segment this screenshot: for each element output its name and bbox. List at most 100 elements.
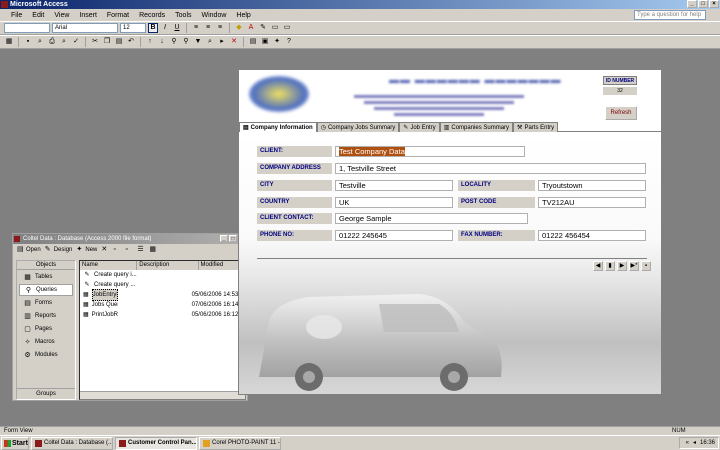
task-customer-control-panel[interactable]: Customer Control Pan... <box>115 436 197 450</box>
menu-edit[interactable]: Edit <box>27 12 49 19</box>
align-left-icon[interactable]: ≡ <box>191 23 201 33</box>
filter-by-form-icon[interactable]: ⚲ <box>181 37 191 47</box>
paste-icon[interactable]: ▤ <box>114 37 124 47</box>
tab-company-jobs-summary[interactable]: ◷ Company Jobs Summary <box>316 122 400 132</box>
object-pages[interactable]: ▢ Pages <box>19 323 73 335</box>
list-item[interactable]: ▦Jobs Query07/06/2006 16:14:... <box>80 300 245 310</box>
groups-bar[interactable]: Groups <box>17 388 75 399</box>
menu-records[interactable]: Records <box>134 12 170 19</box>
object-forms[interactable]: ▤ Forms <box>19 297 73 309</box>
object-select[interactable] <box>4 23 50 33</box>
save-icon[interactable]: ▪ <box>23 37 33 47</box>
task-corel-photo-paint[interactable]: Corel PHOTO-PAINT 11 -... <box>199 436 281 450</box>
align-center-icon[interactable]: ≡ <box>203 23 213 33</box>
task-coltel-database[interactable]: Coltel Data : Database (... <box>31 436 113 450</box>
apply-filter-icon[interactable]: ▼ <box>193 37 203 47</box>
small-icons-button[interactable]: ▫ <box>125 246 133 254</box>
search-icon[interactable]: ⌕ <box>35 37 45 47</box>
refresh-button[interactable]: Refresh <box>605 106 637 120</box>
copy-icon[interactable]: ❐ <box>102 37 112 47</box>
sort-descending-icon[interactable]: ↓ <box>157 37 167 47</box>
object-macros[interactable]: ✧ Macros <box>19 336 73 348</box>
open-button[interactable]: ▤ Open <box>17 246 41 254</box>
font-size-select[interactable]: 12 <box>120 23 146 33</box>
font-name-select[interactable]: Arial <box>52 23 118 33</box>
menu-insert[interactable]: Insert <box>74 12 102 19</box>
next-record-icon[interactable]: ▶ <box>617 261 627 271</box>
locality-field[interactable]: Tryoutstown <box>538 180 646 191</box>
db-minimize-button[interactable]: _ <box>220 235 228 242</box>
client-contact-field[interactable]: George Sample <box>335 213 528 224</box>
delete-record-trash-icon[interactable]: ▮ <box>605 261 615 271</box>
filter-by-selection-icon[interactable]: ⚲ <box>169 37 179 47</box>
cut-icon[interactable]: ✂ <box>90 37 100 47</box>
menu-file[interactable]: File <box>6 12 27 19</box>
new-record-arrow-icon[interactable]: ▶* <box>629 261 639 271</box>
details-view-button[interactable]: ▦ <box>149 246 157 254</box>
object-tables[interactable]: ▦ Tables <box>19 271 73 283</box>
menu-help[interactable]: Help <box>231 12 255 19</box>
save-record-icon[interactable]: ▪ <box>641 261 651 271</box>
horizontal-scrollbar[interactable] <box>80 391 245 399</box>
properties-icon[interactable]: ▤ <box>248 37 258 47</box>
tab-companies-summary[interactable]: ▥ Companies Summary <box>439 122 514 132</box>
delete-button[interactable]: ✕ <box>101 246 109 254</box>
speaker-icon[interactable]: ◂ <box>693 438 696 448</box>
special-effect-icon[interactable]: ▭ <box>282 23 292 33</box>
find-icon[interactable]: ⌕ <box>205 37 215 47</box>
previous-record-icon[interactable]: ◀ <box>593 261 603 271</box>
menu-tools[interactable]: Tools <box>170 12 196 19</box>
help-icon[interactable]: ? <box>284 37 294 47</box>
print-preview-icon[interactable]: ⌕ <box>59 37 69 47</box>
new-record-icon[interactable]: ▸ <box>217 37 227 47</box>
undo-icon[interactable]: ↶ <box>126 37 136 47</box>
tray-expand-icon[interactable]: « <box>686 438 689 448</box>
delete-record-icon[interactable]: ✕ <box>229 37 239 47</box>
object-reports[interactable]: ▥ Reports <box>19 310 73 322</box>
fill-color-icon[interactable]: ◆ <box>234 23 244 33</box>
object-queries[interactable]: ⚲ Queries <box>19 284 73 296</box>
list-item[interactable]: ▦PrintJobRepor...05/06/2006 16:12:... <box>80 310 245 320</box>
spelling-icon[interactable]: ✓ <box>71 37 81 47</box>
line-color-icon[interactable]: ✎ <box>258 23 268 33</box>
bold-button[interactable]: B <box>148 23 158 33</box>
tab-parts-entry[interactable]: ⚒ Parts Entry <box>513 122 559 132</box>
start-button[interactable]: Start <box>1 436 29 450</box>
company-address-field[interactable]: 1, Testville Street <box>335 163 646 174</box>
new-object-icon[interactable]: ✦ <box>272 37 282 47</box>
view-icon[interactable]: ▦ <box>4 37 14 47</box>
underline-button[interactable]: U <box>172 23 182 33</box>
line-width-icon[interactable]: ▭ <box>270 23 280 33</box>
sort-ascending-icon[interactable]: ↑ <box>145 37 155 47</box>
object-modules[interactable]: ⚙ Modules <box>19 349 73 361</box>
list-view-button[interactable]: ☰ <box>137 246 145 254</box>
tab-job-entry[interactable]: ✎ Job Entry <box>399 122 440 132</box>
align-right-icon[interactable]: ≡ <box>215 23 225 33</box>
new-button[interactable]: ✦ New <box>76 246 97 254</box>
country-field[interactable]: UK <box>335 197 453 208</box>
tab-company-information[interactable]: ▤ Company Information <box>239 122 317 132</box>
column-name-header[interactable]: Name <box>80 261 138 270</box>
close-button[interactable]: × <box>709 0 719 8</box>
menu-format[interactable]: Format <box>102 12 134 19</box>
large-icons-button[interactable]: ▫ <box>113 246 121 254</box>
list-item[interactable]: ▦JobEntryPage ...05/06/2006 14:53:... <box>80 289 245 301</box>
phone-number-field[interactable]: 01222 245645 <box>335 230 453 241</box>
print-icon[interactable]: ⎙ <box>47 37 57 47</box>
menu-view[interactable]: View <box>49 12 74 19</box>
italic-button[interactable]: I <box>160 23 170 33</box>
design-button[interactable]: ✎ Design <box>45 246 73 254</box>
list-item[interactable]: ✎ Create query i... <box>80 270 245 280</box>
minimize-button[interactable]: _ <box>687 0 697 8</box>
maximize-button[interactable]: □ <box>698 0 708 8</box>
city-field[interactable]: Testville <box>335 180 453 191</box>
help-question-input[interactable]: Type a question for help <box>634 10 706 20</box>
menu-window[interactable]: Window <box>197 12 232 19</box>
column-description-header[interactable]: Description <box>137 261 199 270</box>
client-field[interactable]: Test Company Data <box>335 146 525 157</box>
db-maximize-button[interactable]: □ <box>229 235 237 242</box>
database-window-icon[interactable]: ▣ <box>260 37 270 47</box>
font-color-icon[interactable]: A <box>246 23 256 33</box>
fax-number-field[interactable]: 01222 456454 <box>538 230 646 241</box>
post-code-field[interactable]: TV212AU <box>538 197 646 208</box>
